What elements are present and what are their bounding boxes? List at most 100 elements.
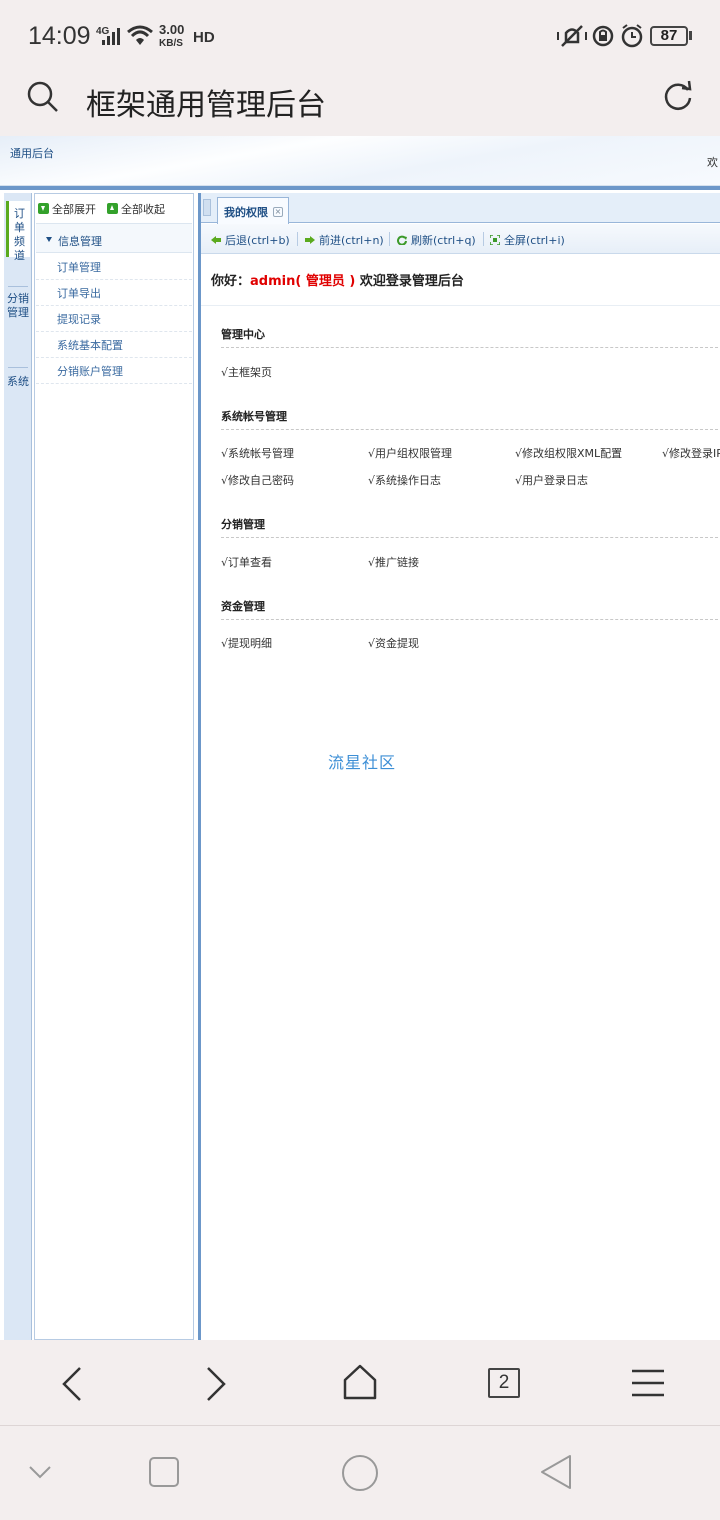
- expand-all-label: 全部展开: [52, 203, 96, 216]
- permission-link[interactable]: √推广链接: [368, 554, 419, 570]
- status-bar: 14:09 4G 3.00 KB/S HD 87: [0, 0, 720, 72]
- expand-icon: [38, 203, 49, 214]
- tab-strip: 我的权限 ×: [201, 193, 720, 224]
- arrow-right-icon: [305, 236, 315, 244]
- channel-tab-orders[interactable]: 订单频道: [6, 201, 30, 262]
- tree-item-order-export[interactable]: 订单导出: [36, 280, 192, 306]
- tab-my-permissions[interactable]: 我的权限 ×: [217, 197, 289, 224]
- back-arrow-icon[interactable]: [60, 1366, 84, 1402]
- refresh-label: 刷新(ctrl+q): [411, 234, 476, 247]
- tree-item-order-management[interactable]: 订单管理: [36, 254, 192, 280]
- system-back-icon[interactable]: [538, 1454, 574, 1490]
- browser-header: 框架通用管理后台: [0, 72, 720, 136]
- tab-scroll-left[interactable]: [203, 199, 211, 216]
- reload-icon[interactable]: [660, 78, 696, 114]
- system-nav-bar: [0, 1426, 720, 1520]
- tabs-button[interactable]: 2: [488, 1368, 520, 1398]
- forward-arrow-icon[interactable]: [204, 1366, 228, 1402]
- tree-item-system-config[interactable]: 系统基本配置: [36, 332, 192, 358]
- recent-apps-icon[interactable]: [148, 1456, 180, 1488]
- home-circle-icon[interactable]: [340, 1453, 380, 1493]
- collapse-all-label: 全部收起: [121, 203, 165, 216]
- channel-tabs: 订单频道 分销管理 系统: [4, 193, 32, 1340]
- collapse-icon: [107, 203, 118, 214]
- greeting-prefix: 你好：: [211, 274, 251, 289]
- permission-link[interactable]: √资金提现: [368, 635, 419, 651]
- browser-toolbar: 2: [0, 1340, 720, 1426]
- clock: 14:09: [28, 22, 91, 50]
- caret-down-icon: [46, 237, 52, 242]
- forward-label: 前进(ctrl+n): [319, 234, 384, 247]
- refresh-icon: [397, 235, 407, 245]
- channel-tab-system[interactable]: 系统: [6, 375, 30, 389]
- section-divider: [221, 619, 720, 620]
- net-speed-value: 3.00: [159, 22, 185, 37]
- tree-item-withdraw-records[interactable]: 提现记录: [36, 306, 192, 332]
- permission-link[interactable]: √主框架页: [221, 364, 272, 380]
- tab-label: 我的权限: [224, 206, 268, 219]
- vibrate-icon: [557, 25, 587, 47]
- tree-item-label: 订单导出: [57, 287, 101, 300]
- forward-button[interactable]: 前进(ctrl+n): [305, 232, 384, 248]
- channel-tab-distribution[interactable]: 分销管理: [6, 292, 30, 320]
- tree-group-info[interactable]: 信息管理: [36, 223, 192, 253]
- tree-item-label: 提现记录: [57, 313, 101, 326]
- community-link[interactable]: 流星社区: [328, 749, 396, 773]
- channel-tab-divider: [8, 367, 28, 368]
- expand-all-button[interactable]: 全部展开: [38, 201, 96, 217]
- fullscreen-label: 全屏(ctrl+i): [504, 234, 565, 247]
- main-frame: 我的权限 × 后退(ctrl+b) 前进(ctrl+n) 刷新(ctrl+q) …: [198, 193, 720, 1340]
- battery-indicator: 87: [650, 26, 688, 46]
- rotation-lock-icon: [592, 25, 614, 47]
- collapse-all-button[interactable]: 全部收起: [107, 201, 165, 217]
- nav-divider: [389, 232, 390, 246]
- menu-tree: 全部展开 全部收起 信息管理 订单管理 订单导出 提现记录 系统基本配置 分销账…: [34, 193, 194, 1340]
- section-title: 资金管理: [221, 600, 265, 613]
- search-icon[interactable]: [26, 80, 60, 114]
- channel-tab-divider: [8, 286, 28, 287]
- permission-link[interactable]: √用户组权限管理: [368, 445, 452, 461]
- fullscreen-icon: [490, 235, 500, 245]
- tree-item-distribution-accounts[interactable]: 分销账户管理: [36, 358, 192, 384]
- close-icon[interactable]: ×: [273, 207, 283, 217]
- greeting-user: admin( 管理员 ): [250, 274, 356, 289]
- net-speed-unit: KB/S: [159, 38, 183, 49]
- back-button[interactable]: 后退(ctrl+b): [211, 232, 290, 248]
- web-page: 通用后台 欢 订单频道 分销管理 系统 全部展开 全部收起 信息管理 订单管理 …: [0, 136, 720, 1340]
- alarm-icon: [621, 24, 643, 48]
- section-divider: [221, 537, 720, 538]
- permission-link[interactable]: √用户登录日志: [515, 472, 588, 488]
- signal-icon: [102, 28, 120, 45]
- permission-link[interactable]: √提现明细: [221, 635, 272, 651]
- tree-item-label: 订单管理: [57, 261, 101, 274]
- battery-tip: [689, 31, 692, 40]
- site-title: 通用后台: [10, 147, 54, 160]
- home-icon[interactable]: [342, 1364, 378, 1400]
- permission-link[interactable]: √系统帐号管理: [221, 445, 294, 461]
- back-label: 后退(ctrl+b): [225, 234, 290, 247]
- tree-group-label: 信息管理: [58, 235, 102, 248]
- tree-item-label: 分销账户管理: [57, 365, 123, 378]
- refresh-button[interactable]: 刷新(ctrl+q): [397, 232, 476, 248]
- fullscreen-button[interactable]: 全屏(ctrl+i): [490, 232, 565, 248]
- site-banner: 通用后台 欢: [0, 136, 720, 186]
- greeting-suffix: 欢迎登录管理后台: [355, 274, 464, 289]
- welcome-text: 欢: [707, 156, 718, 169]
- permission-link[interactable]: √订单查看: [221, 554, 272, 570]
- page-title[interactable]: 框架通用管理后台: [86, 80, 326, 124]
- hd-indicator: HD: [193, 29, 215, 46]
- permission-link[interactable]: √修改登录IP: [662, 445, 720, 461]
- permission-link[interactable]: √修改自己密码: [221, 472, 294, 488]
- tree-item-label: 系统基本配置: [57, 339, 123, 352]
- arrow-left-icon: [211, 236, 221, 244]
- section-divider: [221, 429, 720, 430]
- permission-link[interactable]: √修改组权限XML配置: [515, 445, 622, 461]
- menu-icon[interactable]: [630, 1368, 666, 1398]
- section-divider: [221, 347, 720, 348]
- wifi-icon: [127, 25, 153, 45]
- permission-link[interactable]: √系统操作日志: [368, 472, 441, 488]
- section-title: 管理中心: [221, 328, 265, 341]
- tree-toolbar: 全部展开 全部收起: [35, 194, 193, 221]
- divider: [201, 305, 720, 306]
- collapse-nav-icon[interactable]: [28, 1464, 52, 1480]
